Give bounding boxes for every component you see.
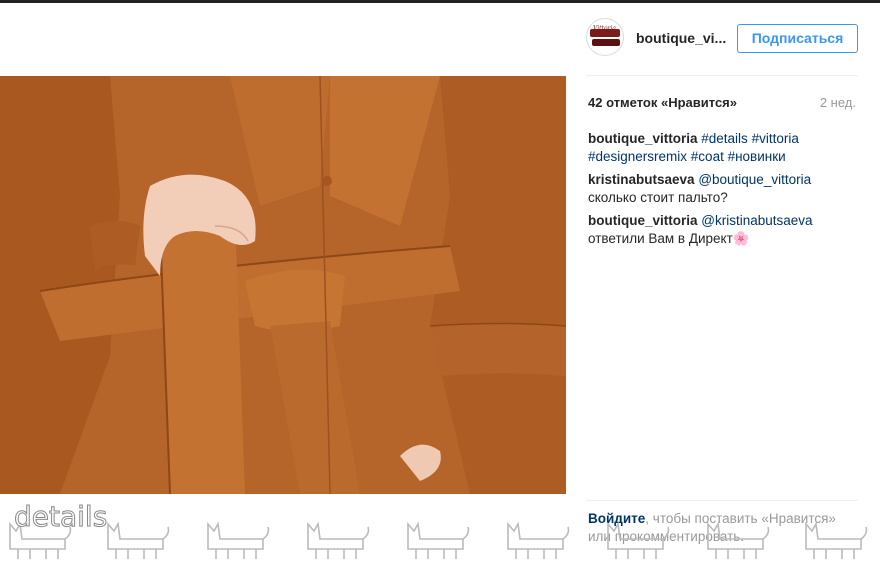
cat-doodle-icon [707, 521, 770, 559]
post-photo[interactable] [0, 76, 566, 494]
cat-doodle-icon [307, 521, 370, 559]
cat-doodle-icon [107, 521, 170, 559]
cat-doodle-icon [607, 521, 670, 559]
hashtag-link[interactable]: #vittoria [752, 131, 799, 146]
hashtag-link[interactable]: #новинки [728, 149, 786, 164]
post-time[interactable]: 2 нед. [820, 95, 856, 110]
divider-top [586, 75, 858, 76]
comment: boutique_vittoria @kristinabutsaeva отве… [588, 212, 856, 247]
avatar[interactable]: Vittoria [586, 18, 624, 56]
coat-image [0, 76, 566, 494]
watermark-strip [9, 521, 868, 559]
hashtag-link[interactable]: #coat [691, 149, 728, 164]
comment-author[interactable]: kristinabutsaeva [588, 172, 698, 187]
likes-count[interactable]: 42 отметок «Нравится» [588, 95, 737, 110]
caption: boutique_vittoria #details #vittoria #de… [588, 130, 856, 165]
mention-link[interactable]: @kristinabutsaeva [701, 213, 812, 228]
hashtag-link[interactable]: #details [701, 131, 751, 146]
cat-doodle-icon [507, 521, 570, 559]
comment-author[interactable]: boutique_vittoria [588, 213, 701, 228]
hashtag-link[interactable]: #designersremix [588, 149, 691, 164]
cat-doodle-icon [407, 521, 470, 559]
comment-text: сколько стоит пальто? [588, 189, 728, 205]
watermark-text: details [13, 500, 108, 534]
comment: kristinabutsaeva @boutique_vittoria скол… [588, 171, 856, 206]
follow-button[interactable]: Подписаться [737, 24, 858, 53]
cat-doodle-icon [805, 521, 868, 559]
mention-link[interactable]: @boutique_vittoria [698, 172, 811, 187]
cat-doodle-icon [207, 521, 270, 559]
comment-author[interactable]: boutique_vittoria [588, 131, 701, 146]
post-header: Vittoria boutique_vi... Подписаться [586, 18, 858, 58]
comment-text: ответили Вам в Директ🌸 [588, 230, 750, 246]
post-sidebar: Vittoria boutique_vi... Подписаться 42 о… [566, 0, 880, 565]
likes-row: 42 отметок «Нравится» 2 нед. [588, 95, 856, 113]
username-link[interactable]: boutique_vi... [636, 30, 726, 46]
comments-list: boutique_vittoria #details #vittoria #de… [588, 130, 856, 253]
